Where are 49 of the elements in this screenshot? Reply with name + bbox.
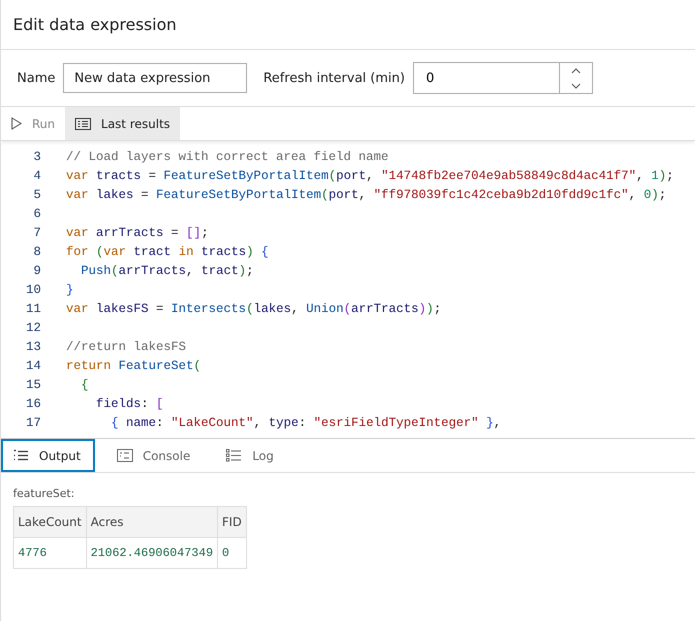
column-header: Acres xyxy=(86,506,218,538)
code-line: fields: [ xyxy=(95,396,164,410)
column-header: FID xyxy=(218,506,246,538)
code-line: } xyxy=(66,282,74,296)
code-line: var tracts = FeatureSetByPortalItem(port, "14748fb2ee704e9ab58849c8d4ac41f7", 1); xyxy=(66,168,674,182)
line-number: 13 xyxy=(24,340,42,354)
line-number: 6 xyxy=(32,206,42,220)
column-header: LakeCount xyxy=(14,506,86,538)
name-field[interactable]: New data expression xyxy=(63,63,248,93)
code-line: // Load layers with correct area field name xyxy=(66,150,389,164)
refresh-interval-label: Refresh interval (min) xyxy=(263,70,405,86)
line-number: 8 xyxy=(32,244,42,258)
code-line: var lakesFS = Intersects(lakes, Union(arrTracts)); xyxy=(66,302,442,316)
list-icon xyxy=(226,449,242,462)
line-number: 9 xyxy=(32,264,42,278)
line-number: 5 xyxy=(32,188,42,202)
output-tab[interactable]: Output xyxy=(1,439,95,472)
line-number: 11 xyxy=(24,302,42,316)
list-icon xyxy=(13,449,29,462)
window-title: Edit data expression xyxy=(13,15,176,34)
code-line: { xyxy=(80,378,89,392)
console-icon xyxy=(116,449,133,462)
name-label: Name xyxy=(17,70,56,86)
list-icon xyxy=(75,118,92,130)
line-number: 17 xyxy=(24,416,42,430)
code-line: //return lakesFS xyxy=(66,340,186,354)
chevron-up-icon[interactable] xyxy=(570,68,581,74)
code-line: var lakes = FeatureSetByPortalItem(port, "ff978039fc1c42ceba9b2d10fdd9c1fc", 0); xyxy=(66,188,666,202)
code-line: return FeatureSet( xyxy=(66,358,202,372)
line-number: 15 xyxy=(24,378,42,392)
line-number: 10 xyxy=(24,282,42,296)
line-number: 4 xyxy=(32,168,42,182)
play-icon xyxy=(11,117,22,130)
table-cell: 21062.46906047349 xyxy=(86,538,218,568)
code-line: Push(arrTracts, tract); xyxy=(80,264,254,278)
line-number: 12 xyxy=(24,320,42,334)
refresh-interval-field[interactable]: 0 xyxy=(412,62,559,94)
table-cell: 4776 xyxy=(14,538,86,568)
code-line: { name: "LakeCount", type: "esriFieldTypeInteger" }, xyxy=(110,416,502,430)
code-line: for (var tract in tracts) { xyxy=(66,244,269,258)
line-number: 14 xyxy=(24,358,42,372)
result-label: featureSet: xyxy=(13,487,74,500)
line-number: 16 xyxy=(24,396,42,410)
chevron-down-icon[interactable] xyxy=(570,82,581,88)
code-line: var arrTracts = []; xyxy=(66,226,209,240)
last-results-tab[interactable]: Last results xyxy=(65,107,180,140)
line-number: 7 xyxy=(32,226,42,240)
line-number: 3 xyxy=(32,150,42,164)
table-cell: 0 xyxy=(218,538,246,568)
